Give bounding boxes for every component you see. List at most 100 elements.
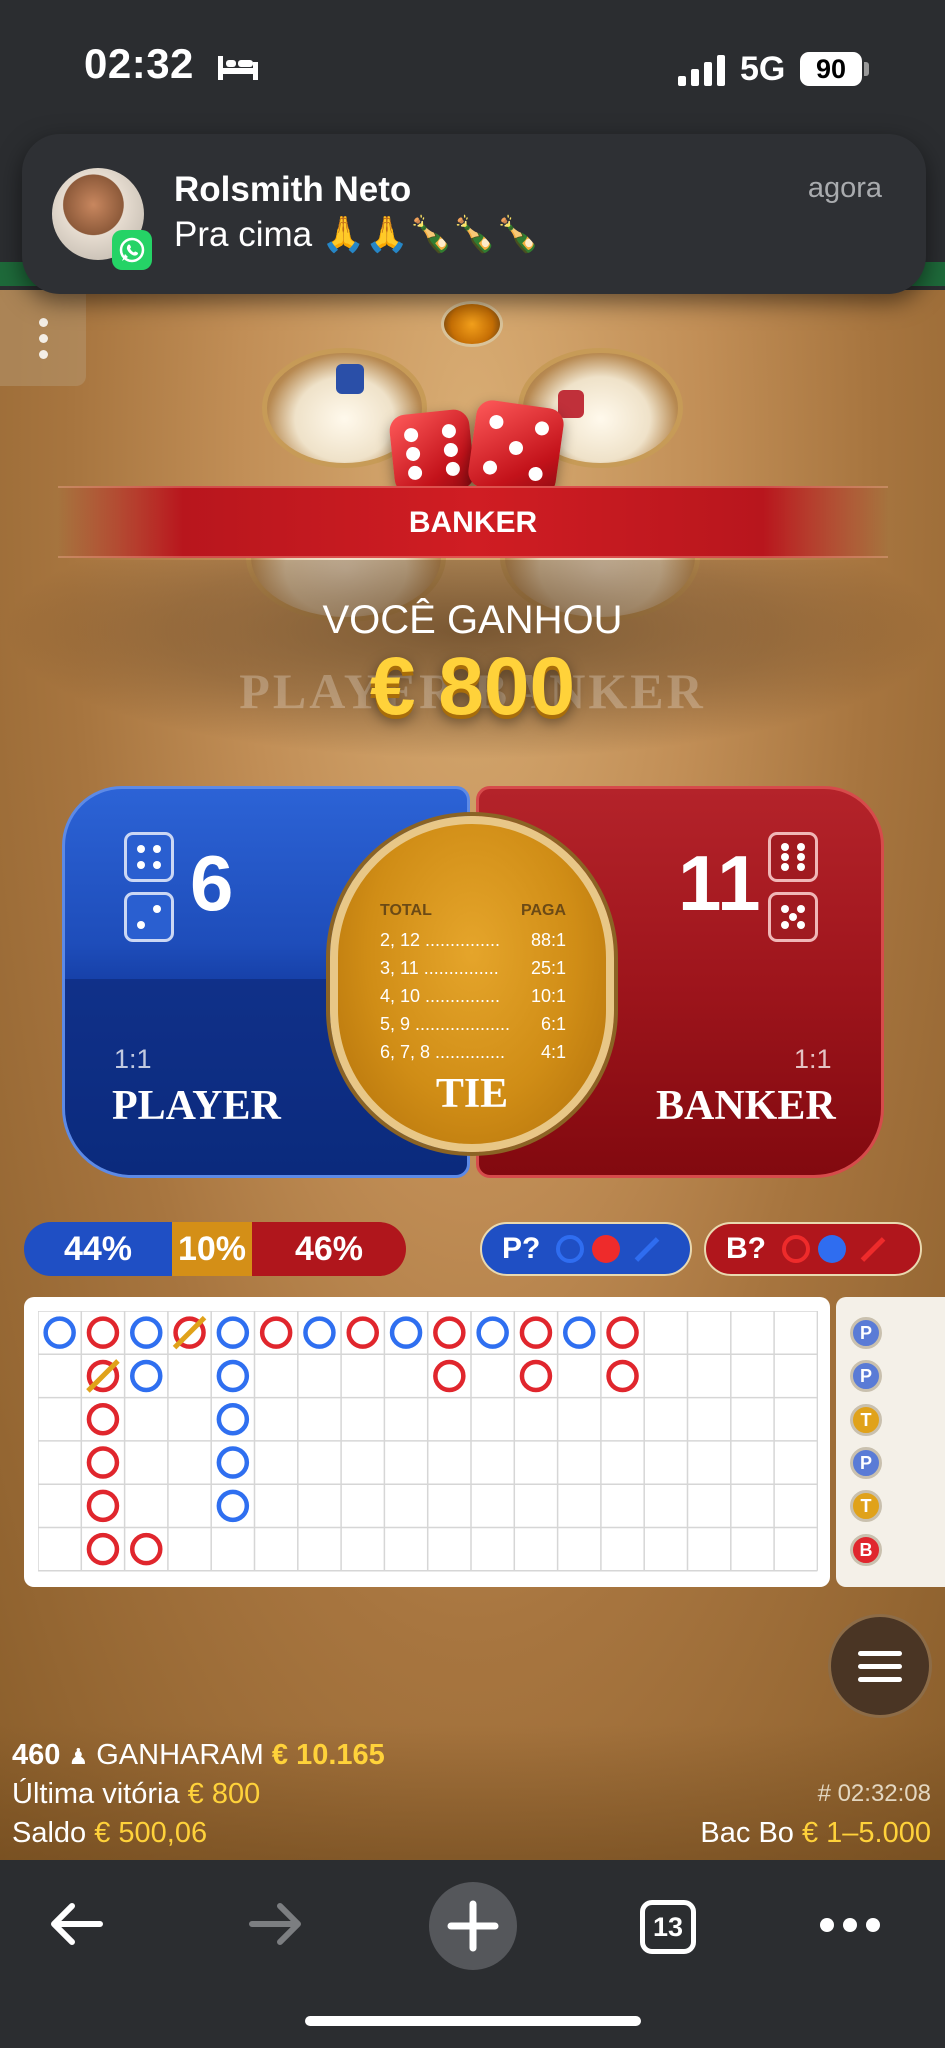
bead-road-scoreboard[interactable]: PPTPTB [836, 1297, 945, 1587]
balance-amount: € 500,06 [94, 1817, 208, 1849]
total-header: TOTAL [380, 902, 432, 919]
red-dot-icon [592, 1235, 621, 1263]
banker-score: 11 [678, 839, 761, 927]
players-count: 460 [12, 1739, 61, 1771]
banker-percentage: 46% [252, 1222, 406, 1276]
bed-icon [218, 56, 258, 80]
banker-ratio: 1:1 [794, 1044, 832, 1074]
last-win-label: Última vitória [12, 1778, 180, 1810]
player-percentage: 44% [24, 1222, 172, 1276]
whatsapp-icon [112, 230, 152, 270]
bet-limits: € 1–5.000 [801, 1817, 931, 1849]
balance-label: Saldo [12, 1817, 87, 1849]
last-win-line: Última vitória € 800 [12, 1778, 260, 1811]
road-marker [216, 1489, 250, 1523]
forward-arrow-icon[interactable] [244, 1896, 308, 1952]
road-marker [216, 1446, 250, 1479]
player-ratio: 1:1 [114, 1044, 152, 1074]
back-arrow-icon[interactable] [44, 1896, 108, 1952]
result-banner: BANKER [58, 486, 888, 558]
win-percentage-bar: 44% 10% 46% [24, 1222, 406, 1276]
status-time: 02:32 [84, 40, 194, 87]
home-indicator [305, 2016, 641, 2026]
player-prediction-button[interactable]: P? [480, 1222, 692, 1276]
road-marker [606, 1359, 639, 1393]
bead-marker: P [850, 1360, 882, 1393]
road-marker [86, 1403, 120, 1436]
payout-row: 6, 7, 8 .............. 4:1 [380, 1042, 566, 1062]
balance-line: Saldo € 500,06 [12, 1817, 207, 1850]
road-marker [86, 1489, 120, 1523]
blue-ring-icon [556, 1235, 585, 1263]
banker-die-1 [388, 408, 476, 496]
tabs-button[interactable]: 13 [640, 1900, 696, 1954]
bead-marker: P [850, 1446, 882, 1479]
menu-button[interactable] [828, 1614, 932, 1718]
payout-row: 5, 9 ................... 6:1 [380, 1014, 566, 1034]
road-marker [259, 1316, 293, 1349]
payout-row: 3, 11 ............... 25:1 [380, 958, 566, 978]
banker-die-2 [466, 398, 566, 498]
road-marker [216, 1316, 250, 1349]
bead-marker: T [850, 1490, 882, 1523]
road-marker [606, 1316, 639, 1349]
player-die-1 [124, 832, 174, 882]
road-marker [346, 1316, 379, 1349]
player-label: PLAYER [112, 1083, 281, 1129]
banker-prediction-button[interactable]: B? [704, 1222, 922, 1276]
road-marker [433, 1359, 466, 1393]
notification-time: agora [807, 172, 882, 204]
road-marker [433, 1316, 466, 1349]
road-marker [86, 1446, 120, 1479]
battery-nub [864, 62, 869, 76]
win-label: VOCÊ GANHOU [322, 598, 623, 642]
red-ring-icon [782, 1235, 810, 1263]
table-limits: Bac Bo € 1–5.000 [700, 1817, 931, 1850]
small-red-die [558, 390, 584, 418]
road-marker [303, 1316, 336, 1349]
battery-icon: 90 [800, 52, 862, 86]
more-horizontal-icon[interactable] [820, 1918, 880, 1932]
small-blue-die [336, 364, 364, 394]
plus-icon [447, 1900, 499, 1952]
blue-slash-icon [634, 1236, 660, 1262]
road-marker [519, 1316, 553, 1349]
new-tab-button[interactable] [429, 1882, 517, 1970]
last-win-amount: € 800 [187, 1778, 261, 1810]
payout-row: 2, 12 ............... 88:1 [380, 930, 566, 950]
payout-row: 4, 10 ............... 10:1 [380, 986, 566, 1006]
banker-mini-die-2 [768, 892, 818, 942]
big-road-grid [38, 1311, 818, 1572]
tie-percentage: 10% [172, 1222, 252, 1276]
tie-label: TIE [435, 1071, 509, 1117]
banker-mini-die-1 [768, 832, 818, 882]
banker-label: BANKER [656, 1083, 836, 1129]
red-slash-icon [860, 1236, 886, 1262]
tie-payout-table: TOTAL PAGA 2, 12 ............... 88:1 3, 1… [380, 902, 566, 1066]
signal-icon [678, 54, 728, 86]
pays-header: PAGA [520, 902, 566, 919]
notification-sender: Rolsmith Neto [174, 170, 412, 209]
round-id: # 02:32:08 [817, 1780, 931, 1807]
notification-message: Pra cima 🙏🙏🍾🍾🍾 [174, 215, 540, 254]
road-marker [86, 1316, 120, 1349]
road-marker [43, 1316, 76, 1349]
more-vertical-icon[interactable] [0, 290, 86, 386]
road-marker [216, 1403, 250, 1436]
road-marker [216, 1359, 250, 1393]
player-prediction-label: P? [502, 1232, 541, 1265]
player-die-2 [124, 892, 174, 942]
player-score: 6 [190, 839, 234, 927]
players-won-amount: € 10.165 [271, 1739, 385, 1771]
tab-count: 13 [652, 1912, 684, 1942]
notification-banner[interactable]: Rolsmith Neto Pra cima 🙏🙏🍾🍾🍾 agora [22, 134, 926, 294]
road-marker [563, 1316, 596, 1349]
players-won-line: 460 ♟ GANHARAM € 10.165 [12, 1739, 385, 1772]
big-road-scoreboard[interactable] [24, 1297, 830, 1587]
road-marker [519, 1359, 553, 1393]
road-marker [389, 1316, 423, 1349]
road-marker [86, 1532, 120, 1566]
bead-marker: P [850, 1317, 882, 1349]
dice-shaker-button [441, 301, 503, 347]
menu-icon [858, 1650, 902, 1656]
